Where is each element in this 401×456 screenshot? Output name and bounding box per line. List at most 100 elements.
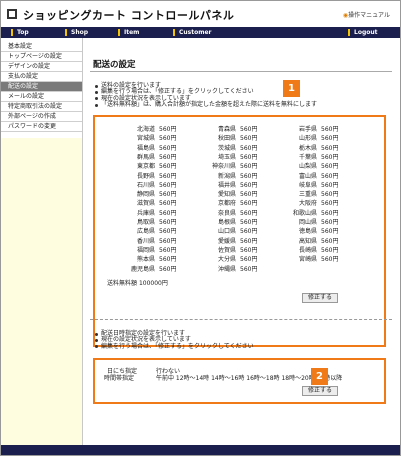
prefecture-name: 香川県 (136, 237, 155, 245)
prefecture-name: 岩手県 (298, 126, 317, 133)
shipping-price: 560円 (240, 135, 258, 143)
sidebar-item-design[interactable]: デザインの設定 (1, 62, 82, 72)
date-edit-button[interactable]: 修正する (302, 386, 338, 396)
free-shipping-label: 送料無料額 (107, 280, 138, 287)
shipping-price: 560円 (321, 135, 339, 143)
manual-link-label: 操作マニュアル (348, 12, 390, 19)
sidebar-item-commerce-law[interactable]: 特定商取引法の設定 (1, 102, 82, 112)
prefecture-name: 宮城県 (136, 135, 155, 143)
top-navbar: Top Shop Item Customer Logout (1, 27, 400, 38)
shipping-price: 560円 (240, 246, 258, 254)
prefecture-name: 大阪府 (298, 200, 317, 208)
shipping-price: 560円 (240, 181, 258, 189)
prefecture-name: 島根県 (217, 219, 236, 226)
shipping-price: 560円 (321, 153, 339, 161)
prefecture-name: 熊本県 (136, 256, 155, 264)
shipping-price: 560円 (159, 256, 177, 264)
shipping-price: 560円 (321, 191, 339, 199)
shipping-price: 560円 (240, 219, 258, 226)
sidebar-item-mail[interactable]: メールの設定 (1, 92, 82, 102)
free-shipping-value: 100000円 (138, 280, 168, 287)
prefecture-name: 青森県 (217, 126, 236, 133)
shipping-price: 560円 (240, 172, 258, 180)
shipping-price: 560円 (321, 256, 339, 264)
prefecture-name: 富山県 (298, 172, 317, 180)
shipping-price: 560円 (321, 144, 339, 152)
prefecture-name: 愛知県 (217, 191, 236, 199)
sidebar-item-basic[interactable]: 基本設定 (1, 42, 82, 52)
prefecture-name: 大分県 (217, 256, 236, 264)
shipping-price: 560円 (159, 172, 177, 180)
prefecture-name: 和歌山県 (292, 209, 317, 217)
shipping-price: 560円 (240, 209, 258, 217)
prefecture-name: 山梨県 (298, 163, 317, 171)
prefecture-name: 栃木県 (298, 144, 317, 152)
shipping-price: 560円 (321, 209, 339, 217)
prefecture-name: 山形県 (298, 135, 317, 143)
shipping-price: 560円 (240, 200, 258, 208)
shipping-price: 560円 (240, 228, 258, 236)
shipping-price: 560円 (240, 265, 258, 273)
shipping-price: 560円 (159, 144, 177, 152)
manual-link[interactable]: ◉操作マニュアル (343, 10, 390, 19)
prefecture-name: 埼玉県 (217, 153, 236, 161)
prefecture-name: 静岡県 (136, 191, 155, 199)
shipping-price: 560円 (159, 181, 177, 189)
prefecture-name: 岐阜県 (298, 181, 317, 189)
sidebar-item-shipping[interactable]: 配送の設定 (1, 82, 82, 92)
footer-bar (1, 445, 400, 455)
sidebar-item-payment[interactable]: 支払の設定 (1, 72, 82, 82)
prefecture-name: 東京都 (136, 163, 155, 171)
prefecture-name: 福岡県 (136, 246, 155, 254)
prefecture-name: 滋賀県 (136, 200, 155, 208)
prefecture-name: 長野県 (136, 172, 155, 180)
nav-logout[interactable]: Logout (348, 29, 378, 36)
shipping-edit-button[interactable]: 修正する (302, 293, 338, 303)
shipping-price: 560円 (321, 126, 339, 133)
shipping-price: 560円 (321, 200, 339, 208)
nav-item[interactable]: Item (118, 29, 139, 36)
nav-top[interactable]: Top (11, 29, 29, 36)
prefecture-name: 神奈川県 (211, 163, 236, 171)
sidebar-item-external-page[interactable]: 外部ページの作成 (1, 112, 82, 122)
prefecture-name: 佐賀県 (217, 246, 236, 254)
prefecture-name: 鳥取県 (136, 219, 155, 226)
prefecture-name: 岡山県 (298, 219, 317, 226)
nav-shop[interactable]: Shop (65, 29, 88, 36)
shipping-price: 560円 (159, 163, 177, 171)
sidebar-background (1, 138, 82, 446)
prefecture-name: 北海道 (136, 126, 155, 133)
sidebar-item-toppage[interactable]: トップページの設定 (1, 52, 82, 62)
prefecture-name: 広島県 (136, 228, 155, 236)
prefecture-name: 高知県 (298, 237, 317, 245)
prefecture-name: 沖縄県 (217, 265, 236, 273)
list-item: 編集を行う場合は、「修正する」をクリックしてください (95, 343, 254, 350)
prefecture-name: 新潟県 (217, 172, 236, 180)
prefecture-name: 茨城県 (217, 144, 236, 152)
prefecture-name: 奈良県 (217, 209, 236, 217)
callout-badge-2: 2 (311, 368, 328, 385)
prefecture-name: 愛媛県 (217, 237, 236, 245)
sidebar-item-password[interactable]: パスワードの変更 (1, 122, 82, 132)
shipping-price: 560円 (159, 126, 177, 133)
section-divider (90, 319, 392, 320)
prefecture-name: 福井県 (217, 181, 236, 189)
sidebar: 基本設定 トップページの設定 デザインの設定 支払の設定 配送の設定 メールの設… (1, 38, 83, 446)
prefecture-name: 福島県 (136, 144, 155, 152)
date-bullets: 配送日時指定の設定を行います 現在の設定状況を表示しています 編集を行う場合は、… (95, 330, 254, 350)
prefecture-name: 兵庫県 (136, 209, 155, 217)
prefecture-name: 三重県 (298, 191, 317, 199)
shipping-price: 560円 (240, 126, 258, 133)
prefecture-name: 群馬県 (136, 153, 155, 161)
prefecture-name: 千葉県 (298, 153, 317, 161)
nav-customer[interactable]: Customer (173, 29, 212, 36)
main-content: 配送の設定 送料の設定を行います 編集を行う場合は、「修正する」をクリックしてく… (84, 38, 399, 446)
shipping-price: 560円 (321, 163, 339, 171)
prefecture-name: 長崎県 (298, 246, 317, 254)
prefecture-name: 鹿児島県 (130, 265, 155, 273)
shipping-price: 560円 (321, 181, 339, 189)
shipping-price: 560円 (159, 265, 177, 273)
shipping-price: 560円 (321, 219, 339, 226)
shipping-price: 560円 (321, 172, 339, 180)
shipping-price: 560円 (159, 135, 177, 143)
